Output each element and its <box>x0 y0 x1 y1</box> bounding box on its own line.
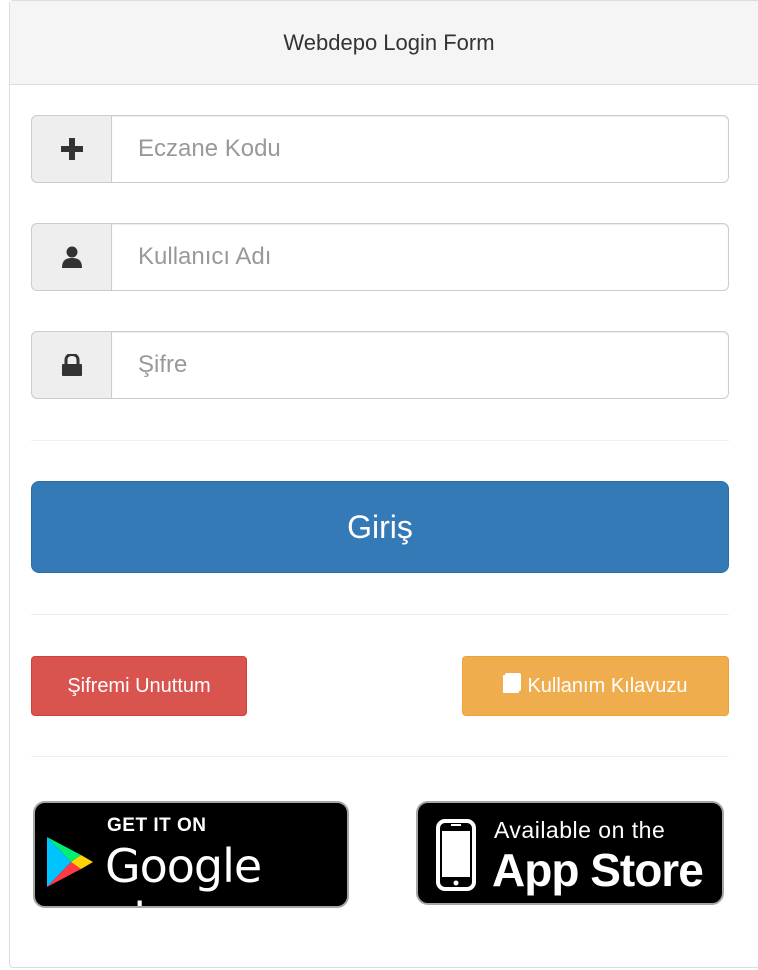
pharmacy-code-group <box>31 115 729 183</box>
username-group <box>31 223 729 291</box>
google-play-small-text: GET IT ON <box>107 815 207 836</box>
app-store-badge[interactable]: Available on the App Store <box>416 801 724 905</box>
login-button[interactable]: Giriş <box>31 481 729 573</box>
phone-icon <box>436 819 476 896</box>
play-triangle-icon <box>45 835 95 894</box>
password-input[interactable] <box>111 331 729 399</box>
login-button-label: Giriş <box>347 508 413 545</box>
google-play-badge[interactable]: GET IT ON Google play <box>33 801 349 908</box>
forgot-password-label: Şifremi Unuttum <box>67 674 211 697</box>
divider <box>31 614 729 615</box>
app-store-small-text: Available on the <box>494 817 666 843</box>
book-icon <box>503 673 522 699</box>
divider <box>31 756 729 757</box>
divider <box>31 440 729 441</box>
pharmacy-code-input[interactable] <box>111 115 729 183</box>
plus-icon <box>31 115 111 183</box>
panel-heading: Webdepo Login Form <box>10 1 758 85</box>
user-guide-button[interactable]: Kullanım Kılavuzu <box>462 656 729 716</box>
user-icon <box>31 223 111 291</box>
lock-icon <box>31 331 111 399</box>
user-guide-label: Kullanım Kılavuzu <box>527 674 688 697</box>
forgot-password-button[interactable]: Şifremi Unuttum <box>31 656 247 716</box>
google-play-big-text: Google play <box>105 839 262 906</box>
username-input[interactable] <box>111 223 729 291</box>
password-group <box>31 331 729 399</box>
app-store-big-text: App Store <box>492 844 704 896</box>
